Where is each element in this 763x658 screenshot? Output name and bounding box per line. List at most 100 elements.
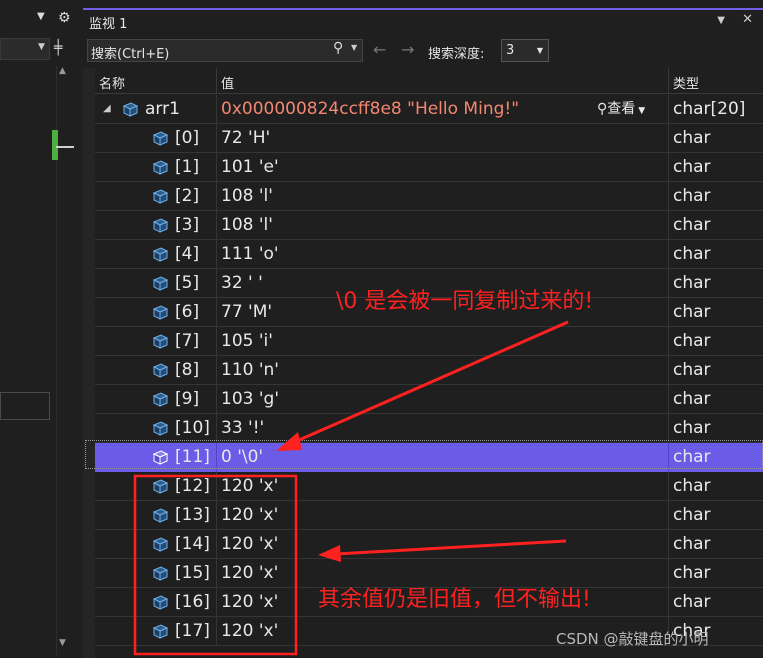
element-type: char (673, 563, 711, 583)
element-value: 0 '\0' (221, 447, 264, 467)
annotation-note-rest: 其余值仍是旧值，但不输出! (318, 587, 591, 612)
cell-divider (216, 588, 217, 617)
view-button[interactable]: ⚲查看 ▼ (597, 98, 645, 118)
search-input[interactable]: 搜索(Ctrl+E) (87, 39, 363, 62)
variable-cube-icon (152, 537, 169, 552)
element-type: char (673, 505, 711, 525)
cell-divider (216, 327, 217, 356)
variable-cube-icon (152, 421, 169, 436)
left-pane-dropdown[interactable]: ▼ (0, 38, 50, 60)
variable-cube-icon (152, 189, 169, 204)
column-header-name[interactable]: 名称 (99, 73, 125, 92)
column-header-value[interactable]: 值 (221, 73, 234, 92)
search-options-icon[interactable]: ▼ (351, 43, 357, 52)
table-row[interactable]: [10] 33 '!' char (95, 414, 763, 443)
close-icon[interactable]: ✕ (742, 12, 753, 27)
cell-divider (216, 240, 217, 269)
chevron-down-icon: ▼ (536, 46, 543, 55)
variable-cube-icon (152, 334, 169, 349)
cell-divider (216, 414, 217, 443)
search-icon: ⚲ (597, 101, 608, 117)
element-type: char (673, 186, 711, 206)
search-icon[interactable]: ⚲ (333, 40, 343, 56)
table-row[interactable]: [8] 110 'n' char (95, 356, 763, 385)
column-header-type[interactable]: 类型 (673, 73, 699, 92)
table-row[interactable]: [2] 108 'l' char (95, 182, 763, 211)
table-row[interactable]: [7] 105 'i' char (95, 327, 763, 356)
cell-divider (668, 356, 669, 385)
search-depth-select[interactable]: 3 ▼ (501, 39, 549, 62)
variable-cube-icon (152, 276, 169, 291)
element-type: char (673, 534, 711, 554)
element-value: 108 'l' (221, 186, 273, 206)
cell-divider (216, 530, 217, 559)
scroll-down-icon[interactable]: ▼ (59, 638, 66, 648)
element-name: [16] (175, 592, 210, 612)
cell-divider (216, 385, 217, 414)
element-type: char (673, 418, 711, 438)
watermark: CSDN @敲键盘的小明 (556, 630, 709, 648)
table-row[interactable]: [12] 120 'x' char (95, 472, 763, 501)
collapse-triangle-icon[interactable]: ◢ (103, 103, 111, 114)
column-resize-handle[interactable] (216, 68, 217, 94)
table-row-root[interactable]: ◢ arr1 0x000000824ccff8e8 "Hello Ming!" … (95, 95, 763, 124)
scroll-up-icon[interactable]: ▲ (59, 66, 66, 76)
row-gutter (83, 95, 95, 658)
element-type: char (673, 331, 711, 351)
cell-divider (216, 356, 217, 385)
left-scrollbar[interactable]: ▲ ▼ (56, 66, 70, 656)
table-row[interactable]: [13] 120 'x' char (95, 501, 763, 530)
chevron-down-icon: ▼ (638, 106, 646, 116)
split-icon[interactable]: ╪ (54, 40, 62, 56)
search-depth-value: 3 (506, 43, 515, 58)
cell-divider (668, 269, 669, 298)
variable-cube-icon (152, 595, 169, 610)
element-name: [11] (175, 447, 210, 467)
variable-cube-icon (152, 305, 169, 320)
search-depth-label: 搜索深度: (428, 47, 485, 62)
cell-divider (668, 240, 669, 269)
element-type: char (673, 447, 711, 467)
element-type: char (673, 389, 711, 409)
element-name: [8] (175, 360, 200, 380)
search-previous-icon[interactable]: ← (373, 40, 386, 59)
cell-divider (668, 414, 669, 443)
table-row[interactable]: [11] 0 '\0' char (95, 443, 763, 472)
column-resize-handle[interactable] (668, 68, 669, 94)
element-value: 120 'x' (221, 563, 279, 583)
variable-cube-icon (152, 160, 169, 175)
search-next-icon[interactable]: → (401, 40, 414, 59)
element-value: 103 'g' (221, 389, 279, 409)
cell-divider (668, 443, 669, 472)
cell-divider (668, 327, 669, 356)
watch-rows: ◢ arr1 0x000000824ccff8e8 "Hello Ming!" … (83, 95, 763, 658)
element-name: [3] (175, 215, 200, 235)
table-row[interactable]: [9] 103 'g' char (95, 385, 763, 414)
table-row[interactable]: [3] 108 'l' char (95, 211, 763, 240)
window-title-buttons: ▼ ✕ (703, 12, 753, 27)
table-row[interactable]: [4] 111 'o' char (95, 240, 763, 269)
active-tab-accent (83, 8, 763, 10)
cell-divider (216, 559, 217, 588)
element-value: 120 'x' (221, 534, 279, 554)
cell-divider (668, 530, 669, 559)
element-value: 108 'l' (221, 215, 273, 235)
element-name: [15] (175, 563, 210, 583)
element-name: [0] (175, 128, 200, 148)
element-value: 105 'i' (221, 331, 273, 351)
root-name: arr1 (145, 99, 180, 119)
element-name: [1] (175, 157, 200, 177)
variable-cube-icon (122, 102, 139, 117)
gear-icon[interactable]: ⚙ (58, 10, 71, 26)
element-type: char (673, 157, 711, 177)
element-name: [17] (175, 621, 210, 641)
cell-divider (668, 559, 669, 588)
table-row[interactable]: [14] 120 'x' char (95, 530, 763, 559)
root-value: 0x000000824ccff8e8 "Hello Ming!" (221, 99, 520, 119)
cell-divider (216, 124, 217, 153)
cell-divider (668, 385, 669, 414)
table-row[interactable]: [1] 101 'e' char (95, 153, 763, 182)
chevron-down-icon[interactable]: ▼ (717, 15, 725, 26)
table-row[interactable]: [0] 72 'H' char (95, 124, 763, 153)
chevron-down-icon[interactable]: ▼ (37, 11, 45, 22)
